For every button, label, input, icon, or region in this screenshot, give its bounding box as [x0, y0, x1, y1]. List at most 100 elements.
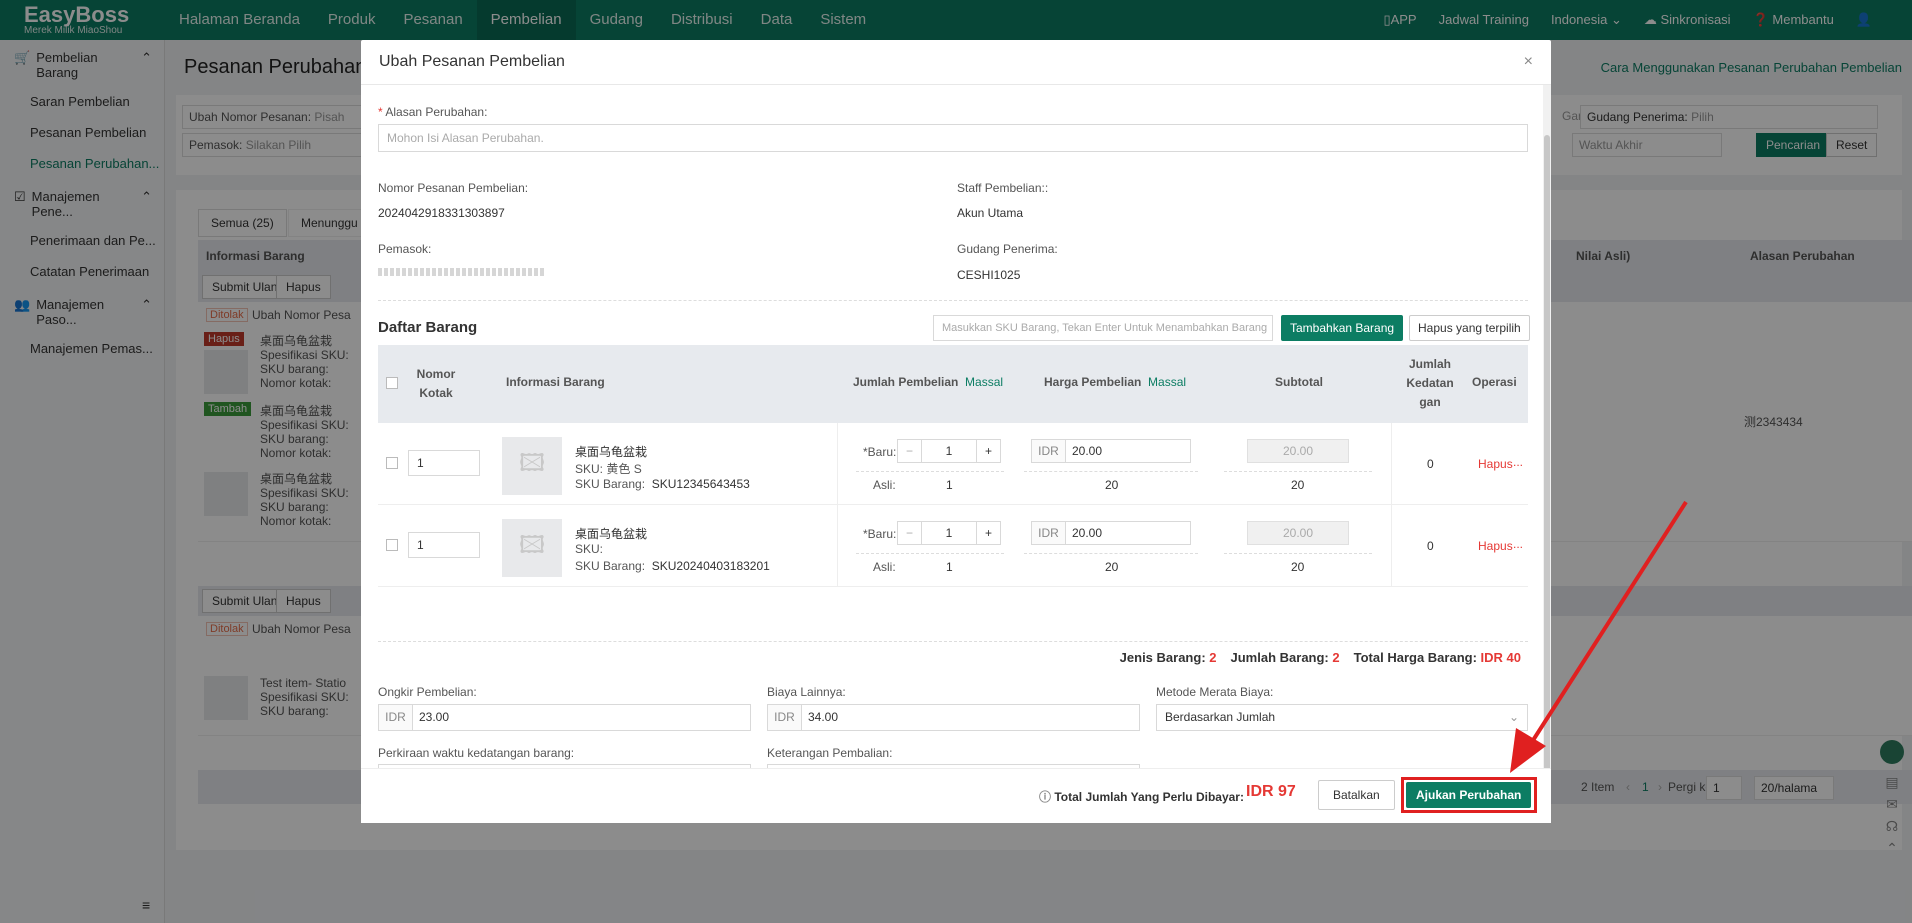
arrival-quantity: 0 — [1427, 539, 1434, 553]
divider — [1024, 553, 1198, 554]
total-payable: ⓘ Total Jumlah Yang Perlu Dibayar: — [1039, 788, 1244, 805]
edit-purchase-order-modal: Ubah Pesanan Pembelian × * Alasan Peruba… — [361, 40, 1551, 823]
staff-label: Staff Pembelian:: — [957, 181, 1049, 195]
biaya-value[interactable]: 34.00 — [802, 705, 838, 730]
image-placeholder-icon: 🖾 — [502, 437, 562, 495]
item-sku-line: SKU: — [575, 542, 606, 556]
ongkir-input[interactable]: IDR 23.00 — [378, 704, 751, 731]
col-subtotal: Subtotal — [1275, 375, 1323, 389]
box-number-input[interactable]: 1 — [408, 450, 480, 476]
price-input[interactable]: IDR 20.00 — [1031, 521, 1191, 545]
biaya-input[interactable]: IDR 34.00 — [767, 704, 1140, 731]
delete-selected-button[interactable]: Hapus yang terpilih — [1409, 315, 1530, 341]
info-icon: ⓘ — [1039, 790, 1052, 804]
daftar-barang-title: Daftar Barang — [378, 319, 478, 336]
image-placeholder-icon: 🖾 — [502, 519, 562, 577]
sku-barang-label: SKU Barang: — [575, 559, 646, 573]
quantity-stepper[interactable]: − 1 + — [897, 521, 1001, 545]
close-icon[interactable]: × — [1524, 53, 1533, 71]
keterangan-label: Keterangan Pembalian: — [767, 746, 893, 760]
metode-label: Metode Merata Biaya: — [1156, 685, 1274, 699]
quantity-value[interactable]: 1 — [922, 440, 976, 462]
baru-label: *Baru: — [863, 527, 897, 541]
jumlah-label: Jumlah Barang: — [1230, 650, 1329, 665]
submit-change-button[interactable]: Ajukan Perubahan — [1406, 782, 1532, 808]
alasan-input[interactable]: Mohon Isi Alasan Perubahan. — [378, 124, 1528, 152]
quantity-original: 1 — [946, 478, 953, 492]
quantity-original: 1 — [946, 560, 953, 574]
divider — [856, 471, 1004, 472]
warehouse-label: Gudang Penerima: — [957, 242, 1058, 256]
items-summary: Jenis Barang: 2 Jumlah Barang: 2 Total H… — [1120, 650, 1521, 665]
jumlah-value: 2 — [1332, 650, 1340, 665]
decrement-button[interactable]: − — [898, 440, 922, 462]
total-payable-label: Total Jumlah Yang Perlu Dibayar: — [1054, 790, 1244, 804]
quantity-stepper[interactable]: − 1 + — [897, 439, 1001, 463]
subtotal-field: 20.00 — [1247, 521, 1349, 545]
sku-barang-label: SKU Barang: — [575, 477, 646, 491]
total-harga-label: Total Harga Barang: — [1353, 650, 1477, 665]
col-harga-label: Harga Pembelian — [1044, 375, 1142, 389]
sku-search-input[interactable]: Masukkan SKU Barang, Tekan Enter Untuk M… — [933, 315, 1273, 341]
increment-button[interactable]: + — [976, 522, 1000, 544]
sku-label: SKU: — [575, 462, 604, 476]
divider — [1224, 553, 1372, 554]
decrement-button[interactable]: − — [898, 522, 922, 544]
jumlah-barang: Jumlah Barang: 2 — [1231, 650, 1340, 665]
delete-row-link[interactable]: Hapus — [1478, 539, 1513, 553]
scrollbar-thumb[interactable] — [1544, 135, 1550, 775]
price-original: 20 — [1105, 560, 1119, 574]
currency-label: IDR — [1032, 522, 1066, 544]
warehouse-value: CESHI1025 — [957, 268, 1021, 282]
quantity-value[interactable]: 1 — [922, 522, 976, 544]
supplier-value-redacted — [378, 268, 546, 276]
add-item-button[interactable]: Tambahkan Barang — [1281, 315, 1404, 341]
perkiraan-label: Perkiraan waktu kedatangan barang: — [378, 746, 575, 760]
col-operasi: Operasi — [1472, 375, 1517, 389]
cancel-button[interactable]: Batalkan — [1318, 780, 1395, 810]
divider — [856, 553, 1004, 554]
sku-barang-value: SKU20240403183201 — [651, 559, 770, 573]
total-harga-value: IDR 40 — [1480, 650, 1521, 665]
table-row: 1 🖾 桌面乌龟盆栽 SKU: 黄色 S SKU Barang: SKU1234… — [378, 423, 1528, 505]
items-table-header: Nomor Kotak Informasi Barang Jumlah Pemb… — [378, 345, 1528, 423]
jenis-value: 2 — [1209, 650, 1217, 665]
metode-select[interactable]: Berdasarkan Jumlah ⌄ — [1156, 704, 1528, 731]
box-number-input[interactable]: 1 — [408, 532, 480, 558]
ongkir-label: Ongkir Pembelian: — [378, 685, 477, 699]
jenis-barang: Jenis Barang: 2 — [1120, 650, 1217, 665]
col-nomor-kotak: Nomor Kotak — [416, 367, 456, 400]
row-checkbox[interactable] — [386, 457, 398, 469]
row-checkbox[interactable] — [386, 539, 398, 551]
select-all-checkbox[interactable] — [386, 377, 398, 389]
baru-label: *Baru: — [863, 445, 897, 459]
more-icon[interactable]: ... — [1513, 455, 1523, 469]
item-name: 桌面乌龟盆栽 — [575, 445, 648, 459]
supplier-label: Pemasok: — [378, 242, 432, 256]
modal-footer: ⓘ Total Jumlah Yang Perlu Dibayar: IDR 9… — [361, 768, 1551, 823]
arrival-quantity: 0 — [1427, 457, 1434, 471]
ongkir-value[interactable]: 23.00 — [413, 705, 449, 730]
price-original: 20 — [1105, 478, 1119, 492]
currency-label: IDR — [768, 705, 802, 730]
massal-jumlah-link[interactable]: Massal — [965, 375, 1003, 389]
staff-value: Akun Utama — [957, 206, 1024, 220]
asli-label: Asli: — [873, 478, 896, 492]
delete-row-link[interactable]: Hapus — [1478, 457, 1513, 471]
item-sku-line: SKU: 黄色 S — [575, 460, 642, 477]
col-jumlah-label: Jumlah Pembelian — [853, 375, 959, 389]
subtotal-original: 20 — [1291, 478, 1305, 492]
massal-harga-link[interactable]: Massal — [1148, 375, 1186, 389]
price-value[interactable]: 20.00 — [1066, 440, 1102, 462]
price-value[interactable]: 20.00 — [1066, 522, 1102, 544]
increment-button[interactable]: + — [976, 440, 1000, 462]
currency-label: IDR — [379, 705, 413, 730]
price-input[interactable]: IDR 20.00 — [1031, 439, 1191, 463]
total-harga: Total Harga Barang: IDR 40 — [1354, 650, 1521, 665]
order-number-value: 2024042918331303897 — [378, 206, 505, 220]
sku-value: 黄色 S — [606, 462, 642, 476]
more-icon[interactable]: ... — [1513, 537, 1523, 551]
col-informasi: Informasi Barang — [506, 375, 605, 389]
modal-scrollbar[interactable] — [1543, 85, 1551, 775]
sku-barang-value: SKU12345643453 — [651, 477, 750, 491]
